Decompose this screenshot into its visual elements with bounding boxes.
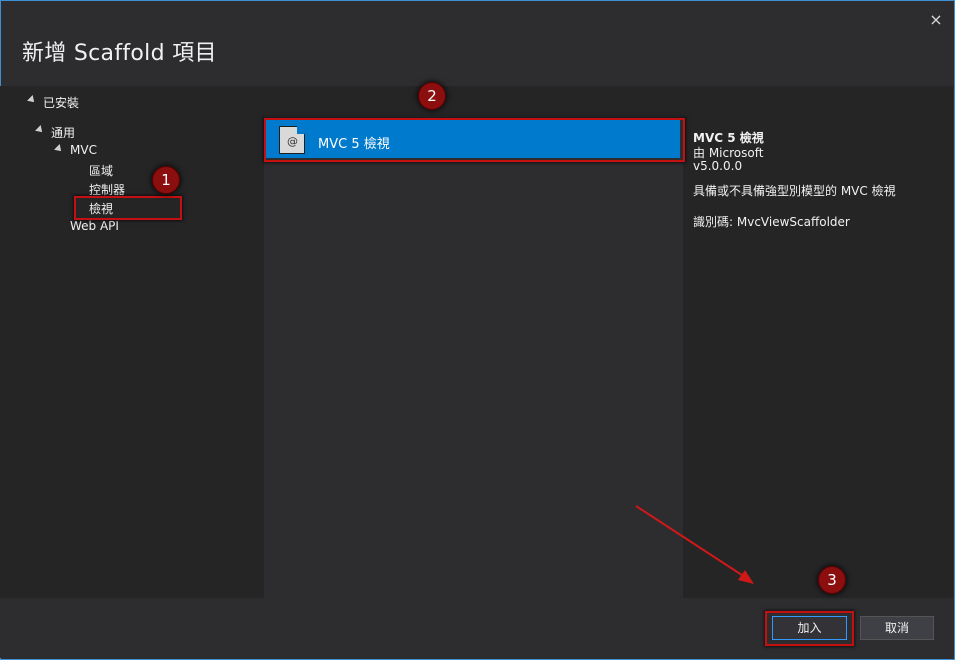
annotation-arrow: [635, 505, 754, 584]
